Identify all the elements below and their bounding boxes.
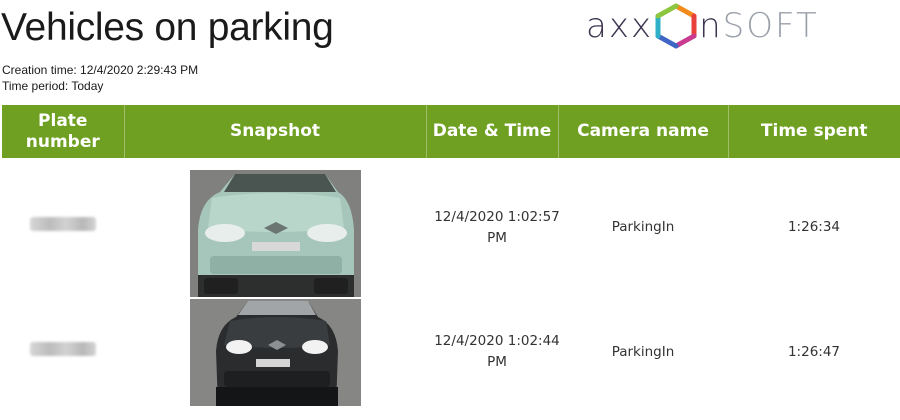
blurred-plate-icon: [30, 217, 96, 231]
plate-cell: [2, 297, 124, 407]
blurred-plate-icon: [30, 341, 96, 356]
snapshot-cell: [124, 158, 426, 297]
header-camera-name: Camera name: [558, 105, 729, 158]
car-snapshot-icon[interactable]: [189, 298, 361, 406]
time-period-value: Today: [71, 79, 104, 93]
snapshot-cell: [124, 297, 426, 407]
camera-cell: ParkingIn: [611, 219, 675, 235]
camera-cell: ParkingIn: [611, 343, 675, 360]
time-spent-cell: 1:26:34: [787, 219, 841, 235]
logo-text-part2: n: [699, 6, 723, 46]
plate-cell: [2, 158, 124, 297]
logo-text-part1: axx: [586, 6, 654, 46]
header-snapshot: Snapshot: [124, 105, 427, 158]
time-period-label: Time period:: [2, 79, 69, 93]
logo-text-part3: SOFT: [722, 6, 819, 46]
time-period-line: Time period: Today: [2, 78, 198, 94]
creation-time-line: Creation time: 12/4/2020 2:29:43 PM: [2, 62, 198, 78]
table-row: 12/4/2020 1:02:44 PM ParkingIn 1:26:47: [2, 297, 900, 407]
creation-time-label: Creation time:: [2, 63, 77, 77]
datetime-text: 12/4/2020 1:02:44 PM: [434, 333, 560, 370]
creation-time-value: 12/4/2020 2:29:43 PM: [80, 63, 199, 77]
table-row: 12/4/2020 1:02:57 PM ParkingIn 1:26:34: [2, 158, 900, 297]
datetime-text: 12/4/2020 1:02:57 PM: [434, 208, 560, 246]
datetime-cell: 12/4/2020 1:02:44 PM: [426, 297, 560, 407]
header-date-time: Date & Time: [426, 105, 559, 158]
time-spent-cell: 1:26:47: [787, 343, 841, 360]
axxonsoft-logo: axx n SOFT: [586, 2, 819, 50]
report-title: Vehicles on parking: [1, 6, 334, 49]
header-plate-number: Plate number: [2, 105, 125, 158]
vehicles-table: Plate number Snapshot Date & Time Camera…: [2, 105, 900, 407]
car-snapshot-icon[interactable]: [189, 170, 361, 297]
logo-hexagon-icon: [655, 3, 697, 49]
report-meta: Creation time: 12/4/2020 2:29:43 PM Time…: [2, 62, 198, 94]
header-time-spent: Time spent: [728, 105, 900, 158]
table-header-row: Plate number Snapshot Date & Time Camera…: [2, 105, 900, 158]
datetime-cell: 12/4/2020 1:02:57 PM: [426, 158, 560, 297]
